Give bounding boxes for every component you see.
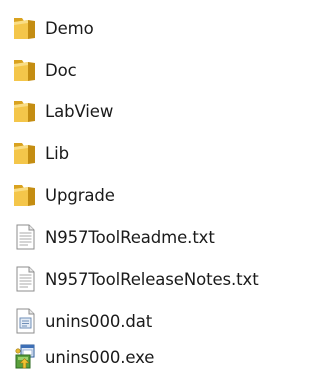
file-item-lib[interactable]: Lib bbox=[10, 138, 69, 168]
file-item-doc[interactable]: Doc bbox=[10, 55, 77, 85]
file-name: N957ToolReleaseNotes.txt bbox=[45, 269, 259, 289]
file-item-release-notes-txt[interactable]: N957ToolReleaseNotes.txt bbox=[10, 264, 259, 294]
file-item-labview[interactable]: LabView bbox=[10, 96, 113, 126]
text-file-icon bbox=[10, 265, 40, 293]
folder-icon bbox=[10, 14, 40, 42]
installer-exe-icon bbox=[10, 343, 40, 371]
file-name: Doc bbox=[45, 60, 77, 80]
file-name: Lib bbox=[45, 143, 69, 163]
text-file-icon bbox=[10, 223, 40, 251]
file-item-demo[interactable]: Demo bbox=[10, 13, 94, 43]
folder-icon bbox=[10, 56, 40, 84]
file-name: N957ToolReadme.txt bbox=[45, 227, 215, 247]
file-item-upgrade[interactable]: Upgrade bbox=[10, 180, 115, 210]
file-list: Demo Doc LabView Lib Upgrade N957ToolRea… bbox=[0, 0, 328, 379]
file-name: unins000.exe bbox=[45, 347, 155, 367]
file-name: unins000.dat bbox=[45, 311, 153, 331]
folder-icon bbox=[10, 139, 40, 167]
folder-icon bbox=[10, 181, 40, 209]
file-name: Upgrade bbox=[45, 185, 115, 205]
file-name: Demo bbox=[45, 18, 94, 38]
file-item-unins-dat[interactable]: unins000.dat bbox=[10, 306, 152, 336]
file-name: LabView bbox=[45, 101, 114, 121]
data-file-icon bbox=[10, 307, 40, 335]
folder-icon bbox=[10, 97, 40, 125]
file-item-unins-exe[interactable]: unins000.exe bbox=[10, 342, 154, 372]
file-item-readme-txt[interactable]: N957ToolReadme.txt bbox=[10, 222, 215, 252]
